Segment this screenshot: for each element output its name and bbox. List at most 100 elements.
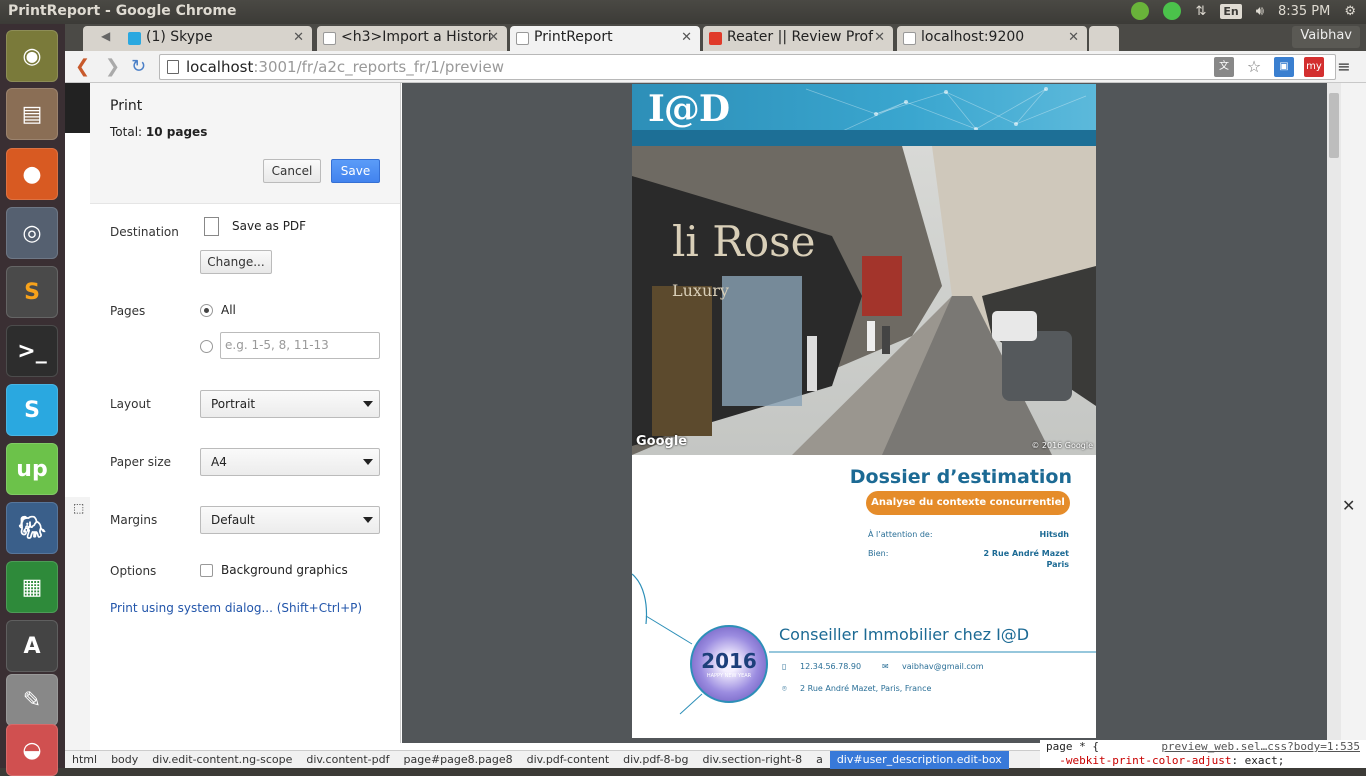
tab-reater[interactable]: Reater || Review Prof ✕ [703, 26, 893, 51]
attention-label: À l’attention de: [868, 530, 933, 539]
crumb-user-description[interactable]: div#user_description.edit-box [829, 750, 1009, 769]
clock[interactable]: 8:35 PM [1278, 4, 1330, 19]
menu-icon[interactable]: ≡ [1334, 57, 1354, 77]
address-bar[interactable]: localhost:3001/fr/a2c_reports_fr/1/previ… [159, 54, 1336, 80]
crumb-edit-content[interactable]: div.edit-content.ng-scope [145, 753, 299, 766]
pages-custom-radio[interactable] [200, 340, 213, 353]
pages-all-label: All [221, 303, 236, 317]
crumb-pdf-content[interactable]: div.pdf-content [520, 753, 617, 766]
caret-down-icon [363, 517, 373, 523]
css-value[interactable]: : exact; [1231, 754, 1284, 767]
save-button[interactable]: Save [331, 159, 380, 183]
pgadmin-icon[interactable]: 🐘︎ [6, 502, 58, 554]
preview-scrollbar[interactable] [1327, 83, 1341, 743]
crumb-html[interactable]: html [65, 753, 104, 766]
pages-all-radio[interactable] [200, 304, 213, 317]
conseiller-title: Conseiller Immobilier chez I@D [779, 625, 1030, 644]
inspect-icon[interactable]: ⬚ [73, 501, 84, 515]
chrome-icon[interactable]: ◎ [6, 207, 58, 259]
system-dialog-link[interactable]: Print using system dialog... (Shift+Ctrl… [110, 601, 362, 615]
ubuntu-dash-icon[interactable]: ◉ [6, 30, 58, 82]
paper-size-select[interactable]: A4 [200, 448, 380, 476]
crumb-section-right-8[interactable]: div.section-right-8 [695, 753, 809, 766]
crumb-body[interactable]: body [104, 753, 145, 766]
pages-label: Pages [110, 304, 146, 318]
options-label: Options [110, 564, 157, 578]
upwork-icon[interactable]: up [6, 443, 58, 495]
report-title: Dossier d’estimation [849, 466, 1072, 488]
tab-label: Reater || Review Prof [727, 29, 874, 45]
new-tab-button[interactable] [1089, 26, 1119, 51]
reater-icon [709, 32, 722, 45]
pages-input[interactable]: e.g. 1-5, 8, 11-13 [220, 332, 380, 359]
extension-icon[interactable]: ▣ [1274, 57, 1294, 77]
background-graphics-checkbox[interactable] [200, 564, 213, 577]
iad-logo: I@D [648, 88, 730, 130]
close-icon[interactable]: ✕ [1342, 496, 1355, 515]
paper-size-label: Paper size [110, 455, 172, 469]
bookmark-star-icon[interactable]: ☆ [1244, 57, 1264, 77]
email-address: vaibhav@gmail.com [902, 662, 984, 671]
print-header: Print Total: 10 pages Cancel Save [90, 83, 400, 204]
css-property[interactable]: -webkit-print-color-adjust [1059, 754, 1231, 767]
forward-arrow-icon[interactable]: ❯ [105, 56, 120, 77]
tab-import[interactable]: <h3>Import a Histori ✕ [317, 26, 507, 51]
margins-label: Margins [110, 513, 158, 527]
change-destination-button[interactable]: Change... [200, 250, 272, 274]
tab-localhost-9200[interactable]: localhost:9200 ✕ [897, 26, 1087, 51]
margins-select[interactable]: Default [200, 506, 380, 534]
tab-skype[interactable]: (1) Skype ✕ [122, 26, 312, 51]
skype-icon[interactable]: S [6, 384, 58, 436]
terminal-icon[interactable]: >_ [6, 325, 58, 377]
back-arrow-icon[interactable]: ❮ [75, 56, 90, 77]
header-band [632, 130, 1096, 146]
close-icon[interactable]: ✕ [488, 30, 499, 45]
crumb-a[interactable]: a [809, 753, 830, 766]
close-icon[interactable]: ✕ [1068, 30, 1079, 45]
text-editor-icon[interactable]: ✎ [6, 674, 58, 726]
caret-down-icon [363, 459, 373, 465]
email-icon: ✉ [882, 662, 889, 671]
software-updater-icon[interactable]: A [6, 620, 58, 672]
crumb-pdf-8-bg[interactable]: div.pdf-8-bg [616, 753, 695, 766]
close-icon[interactable]: ✕ [293, 30, 304, 45]
check-icon[interactable] [1163, 2, 1182, 20]
crumb-page8[interactable]: page#page8.page8 [396, 753, 519, 766]
location-pin-icon: ⌾ [782, 684, 787, 693]
spreadsheet-icon[interactable]: ▦ [6, 561, 58, 613]
devtools-styles-pane: page * { preview_web.sel…css?body=1:535 -… [1040, 740, 1366, 768]
cancel-button[interactable]: Cancel [263, 159, 321, 183]
crumb-content-pdf[interactable]: div.content-pdf [299, 753, 396, 766]
devtools-breadcrumb: html body div.edit-content.ng-scope div.… [65, 750, 1040, 769]
close-icon[interactable]: ✕ [874, 30, 885, 45]
bien-label: Bien: [868, 549, 889, 558]
extension-icons: 文 ☆ ▣ my ≡ [1214, 57, 1354, 77]
badge-year: 2016 [701, 649, 757, 673]
os-top-panel: PrintReport - Google Chrome ⇅ En 🔊︎ 8:35… [0, 0, 1366, 24]
firefox-icon[interactable]: ● [6, 148, 58, 200]
sublime-icon[interactable]: S [6, 266, 58, 318]
street-view-photo: li Rose Luxury [632, 146, 1096, 455]
network-icon[interactable]: ⇅ [1195, 4, 1206, 19]
volume-icon[interactable]: 🔊︎ [1256, 4, 1264, 19]
css-selector: page * { [1046, 740, 1099, 753]
google-watermark: Google [636, 434, 688, 449]
page-info-icon[interactable] [167, 60, 179, 74]
profile-button[interactable]: Vaibhav [1292, 26, 1360, 48]
layout-select[interactable]: Portrait [200, 390, 380, 418]
update-icon[interactable] [1131, 2, 1150, 20]
reload-icon[interactable]: ↻ [131, 56, 146, 77]
close-icon[interactable]: ✕ [681, 30, 692, 45]
files-icon[interactable]: ▤ [6, 88, 58, 140]
trash-icon[interactable]: ◒ [6, 724, 58, 776]
my-extension-icon[interactable]: my [1304, 57, 1324, 77]
power-icon[interactable]: ⚙ [1344, 4, 1356, 19]
keyboard-layout[interactable]: En [1220, 3, 1242, 19]
phone-icon: ▯ [782, 662, 787, 671]
url-host: localhost [186, 58, 254, 76]
css-source-link[interactable]: preview_web.sel…css?body=1:535 [1161, 740, 1360, 753]
translate-icon[interactable]: 文 [1214, 57, 1234, 77]
tab-printreport[interactable]: PrintReport ✕ [510, 26, 700, 51]
scrollbar-thumb[interactable] [1329, 93, 1339, 158]
devtools-left-strip [65, 497, 90, 750]
